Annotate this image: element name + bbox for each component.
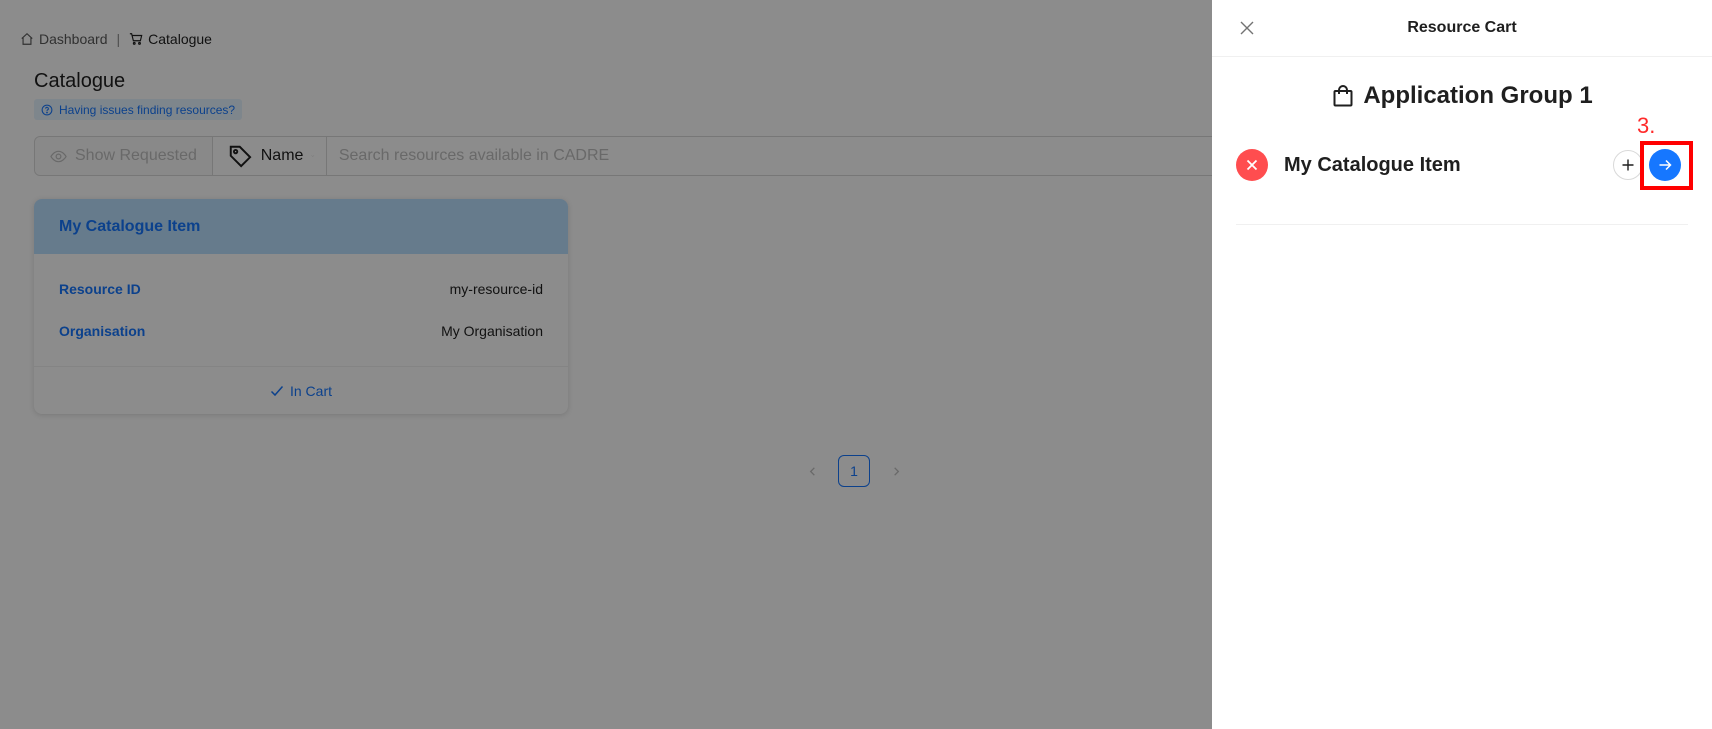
cart-item-name: My Catalogue Item xyxy=(1284,154,1461,176)
remove-item-button[interactable] xyxy=(1236,149,1268,181)
close-icon xyxy=(1246,159,1258,171)
add-button[interactable] xyxy=(1613,150,1643,180)
close-icon xyxy=(1240,21,1254,35)
plus-icon xyxy=(1622,159,1634,171)
shopping-bag-icon xyxy=(1333,85,1353,107)
application-group-title: Application Group 1 xyxy=(1212,82,1712,110)
application-group-label: Application Group 1 xyxy=(1363,82,1593,109)
cart-item: My Catalogue Item xyxy=(1236,145,1688,225)
step-highlight-box xyxy=(1640,141,1693,190)
drawer-header: Resource Cart xyxy=(1212,0,1712,57)
step-annotation-label: 3. xyxy=(1637,113,1656,138)
drawer-close-button[interactable] xyxy=(1238,19,1256,37)
resource-cart-drawer: Resource Cart Application Group 1 My Cat… xyxy=(1212,0,1712,729)
drawer-title: Resource Cart xyxy=(1407,19,1517,36)
